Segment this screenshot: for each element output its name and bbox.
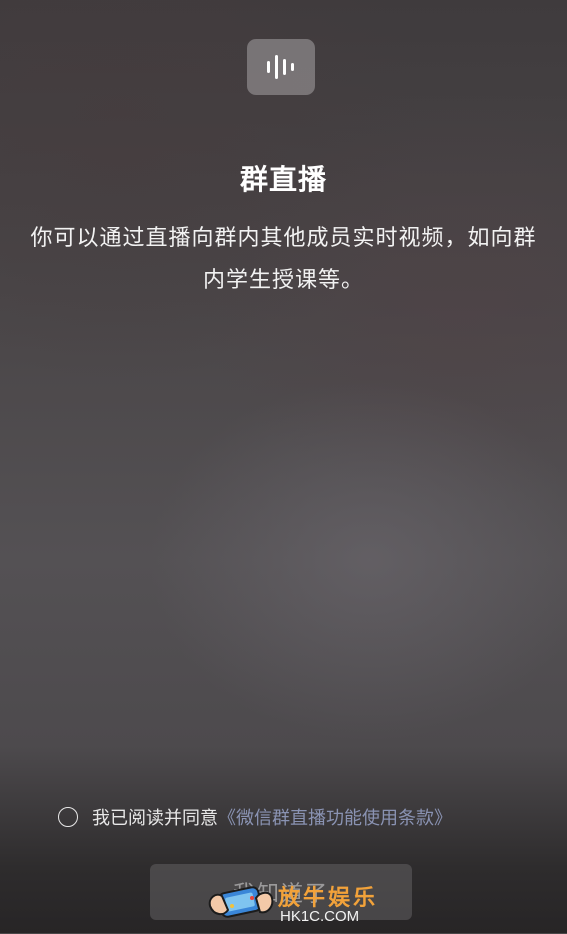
voice-wave-icon	[267, 55, 294, 79]
page-title: 群直播	[239, 163, 327, 196]
blurred-background	[0, 0, 567, 933]
watermark: 放牛娱乐 HK1C.COM	[206, 876, 376, 930]
agreement-radio[interactable]	[58, 807, 78, 827]
live-voice-icon	[247, 39, 315, 95]
agreement-row[interactable]: 我已阅读并同意 《微信群直播功能使用条款》	[58, 802, 452, 832]
watermark-domain: HK1C.COM	[280, 908, 360, 925]
gamepad-hands-icon	[208, 886, 274, 918]
agreement-prefix: 我已阅读并同意	[92, 808, 218, 829]
terms-link[interactable]: 《微信群直播功能使用条款》	[218, 804, 452, 830]
feature-description: 你可以通过直播向群内其他成员实时视频，如向群内学生授课等。	[30, 226, 537, 293]
